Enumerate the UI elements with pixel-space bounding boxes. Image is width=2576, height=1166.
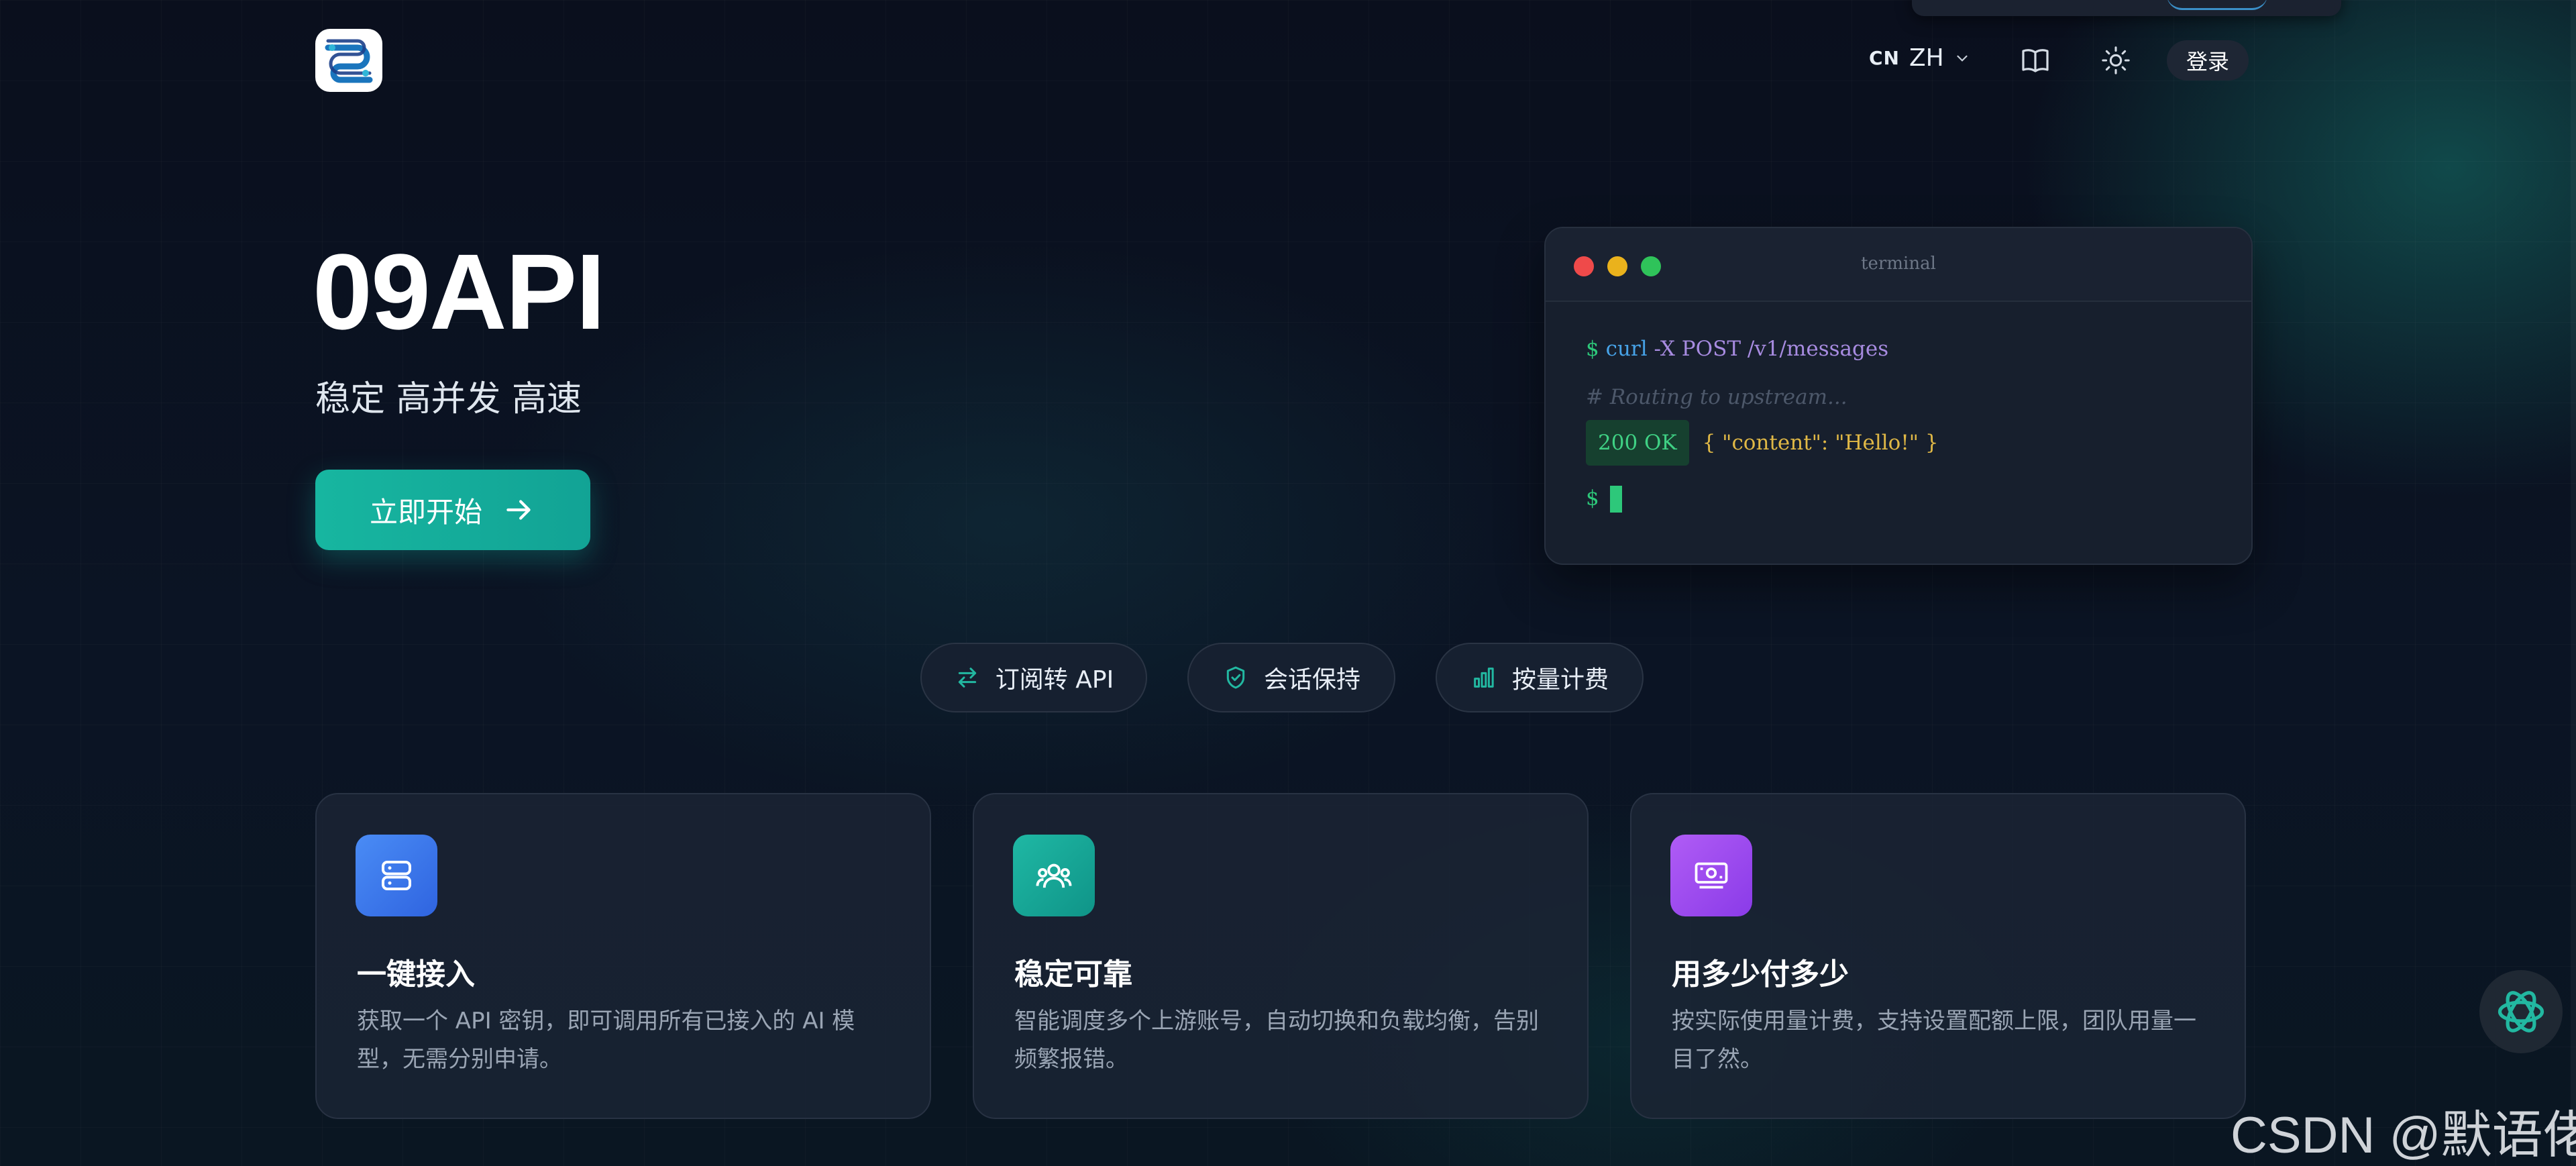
card-description: 智能调度多个上游账号，自动切换和负载均衡，告别频繁报错。 — [1014, 1008, 1539, 1073]
site-logo[interactable] — [315, 29, 382, 92]
terminal-prompt: $ — [1586, 337, 1599, 361]
feature-pill-subscription-api[interactable]: 订阅转 API — [920, 643, 1147, 712]
book-icon — [2022, 49, 2049, 72]
server-icon — [382, 861, 411, 890]
csdn-watermark: CSDN @默语佬 — [2231, 1107, 2576, 1164]
terminal-command-args: -X POST /v1/messages — [1654, 337, 1889, 361]
get-started-label: 立即开始 — [369, 495, 482, 529]
card-description: 按实际使用量计费，支持设置配额上限，团队用量一目了然。 — [1672, 1008, 2196, 1073]
language-selector[interactable]: CN ZH — [1869, 44, 1971, 72]
card-icon-box — [1013, 835, 1095, 916]
language-flag: CN — [1869, 47, 1900, 69]
terminal-response-line: 200 OK { "content": "Hello!" } — [1586, 420, 1939, 466]
users-icon — [1036, 863, 1072, 888]
terminal-response: { "content": "Hello!" } — [1702, 431, 1939, 455]
feature-pill-label: 按量计费 — [1511, 666, 1609, 694]
floating-assistant-button[interactable] — [2479, 970, 2563, 1053]
feature-pill-pay-as-you-go[interactable]: 按量计费 — [1436, 643, 1644, 712]
terminal-window: terminal $ curl -X POST /v1/messages # R… — [1544, 227, 2253, 565]
terminal-comment: # Routing to upstream... — [1586, 385, 1847, 409]
scrollbar-track[interactable] — [2571, 0, 2576, 1166]
shield-check-icon — [1226, 666, 1245, 689]
feature-card-one-click-access: 一键接入 获取一个 API 密钥，即可调用所有已接入的 AI 模型，无需分别申请… — [315, 793, 931, 1119]
sun-icon — [2102, 46, 2130, 74]
language-code: ZH — [1909, 44, 1944, 72]
chevron-down-icon — [1957, 55, 1968, 62]
openai-logo-icon — [2498, 991, 2544, 1032]
terminal-cursor — [1609, 486, 1622, 513]
terminal-title: terminal — [1861, 254, 1936, 274]
money-icon — [1695, 862, 1728, 889]
top-popup — [1912, 0, 2341, 16]
popup-button-edge[interactable] — [2167, 0, 2267, 10]
arrow-right-icon — [506, 500, 531, 520]
bar-chart-icon — [1474, 668, 1494, 688]
feature-card-pay-per-use: 用多少付多少 按实际使用量计费，支持设置配额上限，团队用量一目了然。 — [1630, 793, 2246, 1119]
card-icon-box — [1670, 835, 1752, 916]
login-button[interactable]: 登录 — [2167, 40, 2249, 81]
terminal-prompt: $ — [1586, 486, 1599, 511]
card-title: 一键接入 — [357, 957, 475, 992]
terminal-command: curl — [1605, 337, 1648, 361]
feature-pill-label: 会话保持 — [1263, 666, 1360, 694]
get-started-button[interactable]: 立即开始 — [315, 470, 590, 550]
theme-toggle-button[interactable] — [2098, 43, 2133, 78]
landing-page: CN ZH 登录 09API 稳定 高并发 高速 立即开始 terminal $… — [0, 0, 2576, 1166]
feature-pill-session-keep[interactable]: 会话保持 — [1187, 643, 1395, 712]
hero-title: 09API — [313, 231, 606, 352]
terminal-titlebar: terminal — [1546, 228, 2251, 302]
terminal-input-line: $ — [1586, 486, 1622, 513]
terminal-command-line: $ curl -X POST /v1/messages — [1586, 337, 1888, 361]
hero-subtitle: 稳定 高并发 高速 — [315, 379, 582, 419]
card-title: 用多少付多少 — [1672, 957, 1849, 992]
card-description: 获取一个 API 密钥，即可调用所有已接入的 AI 模型，无需分别申请。 — [357, 1008, 855, 1073]
card-title: 稳定可靠 — [1014, 957, 1132, 992]
card-icon-box — [356, 835, 437, 916]
docs-book-button[interactable] — [2018, 43, 2053, 78]
arrows-exchange-icon — [958, 668, 976, 688]
feature-card-stable-reliable: 稳定可靠 智能调度多个上游账号，自动切换和负载均衡，告别频繁报错。 — [973, 793, 1589, 1119]
status-badge: 200 OK — [1586, 420, 1689, 466]
feature-pill-label: 订阅转 API — [995, 666, 1114, 694]
logo-icon — [321, 34, 376, 87]
